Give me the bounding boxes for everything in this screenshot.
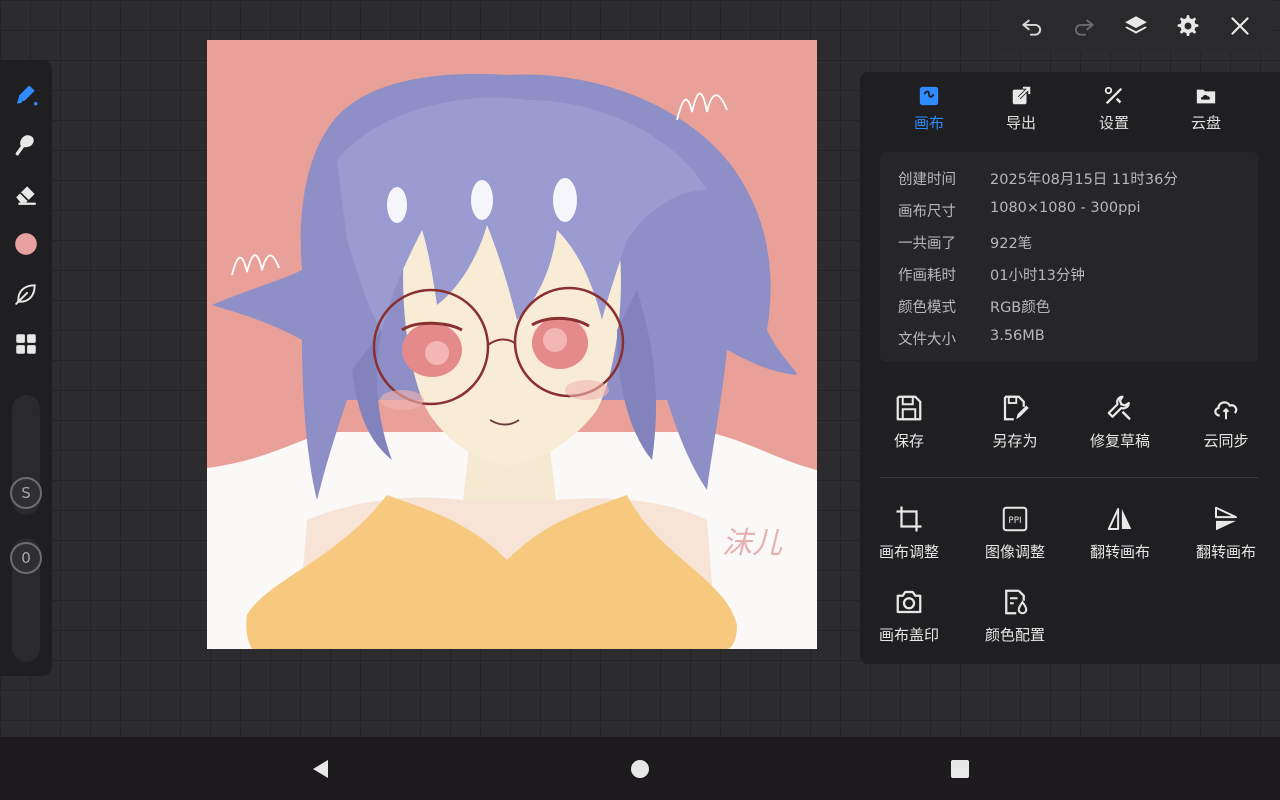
system-nav-bar — [0, 737, 1280, 800]
tab-label: 导出 — [1005, 114, 1036, 132]
save-as-icon — [967, 392, 1063, 424]
camera-icon — [861, 586, 957, 618]
brush-size-knob[interactable]: S — [10, 477, 42, 509]
save-button[interactable]: 保存 — [861, 392, 957, 451]
tab-cloud-drive[interactable]: 云盘 — [1166, 84, 1246, 133]
repair-draft-button[interactable]: 修复草稿 — [1072, 392, 1168, 451]
info-value: 1080×1080 - 300ppi — [990, 200, 1141, 216]
info-row: 一共画了 922笔 — [898, 232, 1032, 256]
info-row: 文件大小 3.56MB — [898, 328, 1045, 352]
tools-icon — [1074, 84, 1154, 108]
ppi-icon: PPI — [967, 503, 1063, 535]
smudge-icon[interactable] — [10, 128, 42, 160]
brush-opacity-slider[interactable]: 0 — [10, 538, 42, 662]
repair-icon — [1072, 392, 1168, 424]
info-row: 画布尺寸 1080×1080 - 300ppi — [898, 200, 1141, 224]
color-config-button[interactable]: 颜色配置 — [967, 586, 1063, 645]
redo-icon[interactable] — [1067, 9, 1101, 43]
canvas-adjust-label: 画布调整 — [878, 543, 939, 561]
info-row: 颜色模式 RGB颜色 — [898, 296, 1050, 320]
recents-icon[interactable] — [946, 755, 974, 783]
gear-icon[interactable] — [1171, 9, 1205, 43]
panel-tabs: 画布 导出 设置 云盘 — [860, 84, 1280, 140]
tab-label: 设置 — [1098, 114, 1129, 132]
canvas-stamp-label: 画布盖印 — [878, 626, 939, 644]
flip-horizontal-button[interactable]: 翻转画布 — [1072, 503, 1168, 562]
color-swatch[interactable] — [10, 228, 42, 260]
tab-label: 云盘 — [1190, 114, 1221, 132]
save-icon — [861, 392, 957, 424]
cloud-sync-icon — [1178, 392, 1274, 424]
brush-opacity-knob[interactable]: 0 — [10, 542, 42, 574]
info-value: 01小时13分钟 — [990, 268, 1085, 284]
tab-export[interactable]: 导出 — [981, 84, 1061, 133]
svg-text:PPI: PPI — [1008, 516, 1021, 526]
layers-icon[interactable] — [1119, 9, 1153, 43]
repair-draft-label: 修复草稿 — [1089, 432, 1150, 450]
back-icon[interactable] — [306, 755, 334, 783]
info-value: 922笔 — [990, 236, 1033, 252]
flip-vertical-label: 翻转画布 — [1195, 543, 1256, 561]
info-key: 作画耗时 — [898, 268, 956, 284]
eraser-icon[interactable] — [10, 178, 42, 210]
canvas-adjust-button[interactable]: 画布调整 — [861, 503, 957, 562]
tab-canvas[interactable]: 画布 — [889, 84, 969, 133]
tab-label: 画布 — [913, 114, 944, 132]
flip-horizontal-icon — [1072, 503, 1168, 535]
leaf-icon[interactable] — [10, 278, 42, 310]
flip-horizontal-label: 翻转画布 — [1089, 543, 1150, 561]
info-value: RGB颜色 — [990, 300, 1051, 316]
flip-vertical-icon — [1178, 503, 1274, 535]
close-icon[interactable] — [1223, 9, 1257, 43]
canvas-info-box: 创建时间 2025年08月15日 11时36分 画布尺寸 1080×1080 -… — [880, 152, 1258, 362]
info-key: 创建时间 — [898, 172, 956, 188]
canvas-stamp-button[interactable]: 画布盖印 — [861, 586, 957, 645]
home-icon[interactable] — [626, 755, 654, 783]
info-value: 2025年08月15日 11时36分 — [990, 172, 1178, 188]
info-key: 画布尺寸 — [898, 204, 956, 220]
canvas-info-panel: 画布 导出 设置 云盘 创建时间 2025年08月15日 11时36分 画布尺寸… — [860, 72, 1280, 664]
left-toolbar: S 0 — [0, 60, 52, 676]
image-adjust-button[interactable]: PPI 图像调整 — [967, 503, 1063, 562]
export-icon — [981, 84, 1061, 108]
flip-vertical-button[interactable]: 翻转画布 — [1178, 503, 1274, 562]
canvas-icon — [889, 84, 969, 108]
cloud-sync-button[interactable]: 云同步 — [1178, 392, 1274, 451]
save-label: 保存 — [893, 432, 924, 450]
divider — [880, 477, 1258, 478]
brush-size-slider[interactable]: S — [10, 395, 42, 515]
info-value: 3.56MB — [990, 328, 1045, 344]
tab-settings[interactable]: 设置 — [1074, 84, 1154, 133]
image-adjust-label: 图像调整 — [984, 543, 1045, 561]
pen-icon[interactable] — [10, 78, 42, 110]
cloud-drive-icon — [1166, 84, 1246, 108]
info-key: 一共画了 — [898, 236, 956, 252]
crop-icon — [861, 503, 957, 535]
save-as-button[interactable]: 另存为 — [967, 392, 1063, 451]
info-key: 颜色模式 — [898, 300, 956, 316]
info-row: 作画耗时 01小时13分钟 — [898, 264, 1085, 288]
cloud-sync-label: 云同步 — [1203, 432, 1249, 450]
canvas-signature: 沫儿 — [722, 526, 782, 561]
info-key: 文件大小 — [898, 332, 956, 348]
save-as-label: 另存为 — [992, 432, 1038, 450]
color-config-label: 颜色配置 — [984, 626, 1045, 644]
drawing-canvas[interactable]: 沫儿 — [207, 40, 817, 649]
color-config-icon — [967, 586, 1063, 618]
undo-icon[interactable] — [1015, 9, 1049, 43]
grid-icon[interactable] — [10, 328, 42, 360]
info-row: 创建时间 2025年08月15日 11时36分 — [898, 168, 1178, 192]
top-toolbar — [1000, 0, 1272, 52]
